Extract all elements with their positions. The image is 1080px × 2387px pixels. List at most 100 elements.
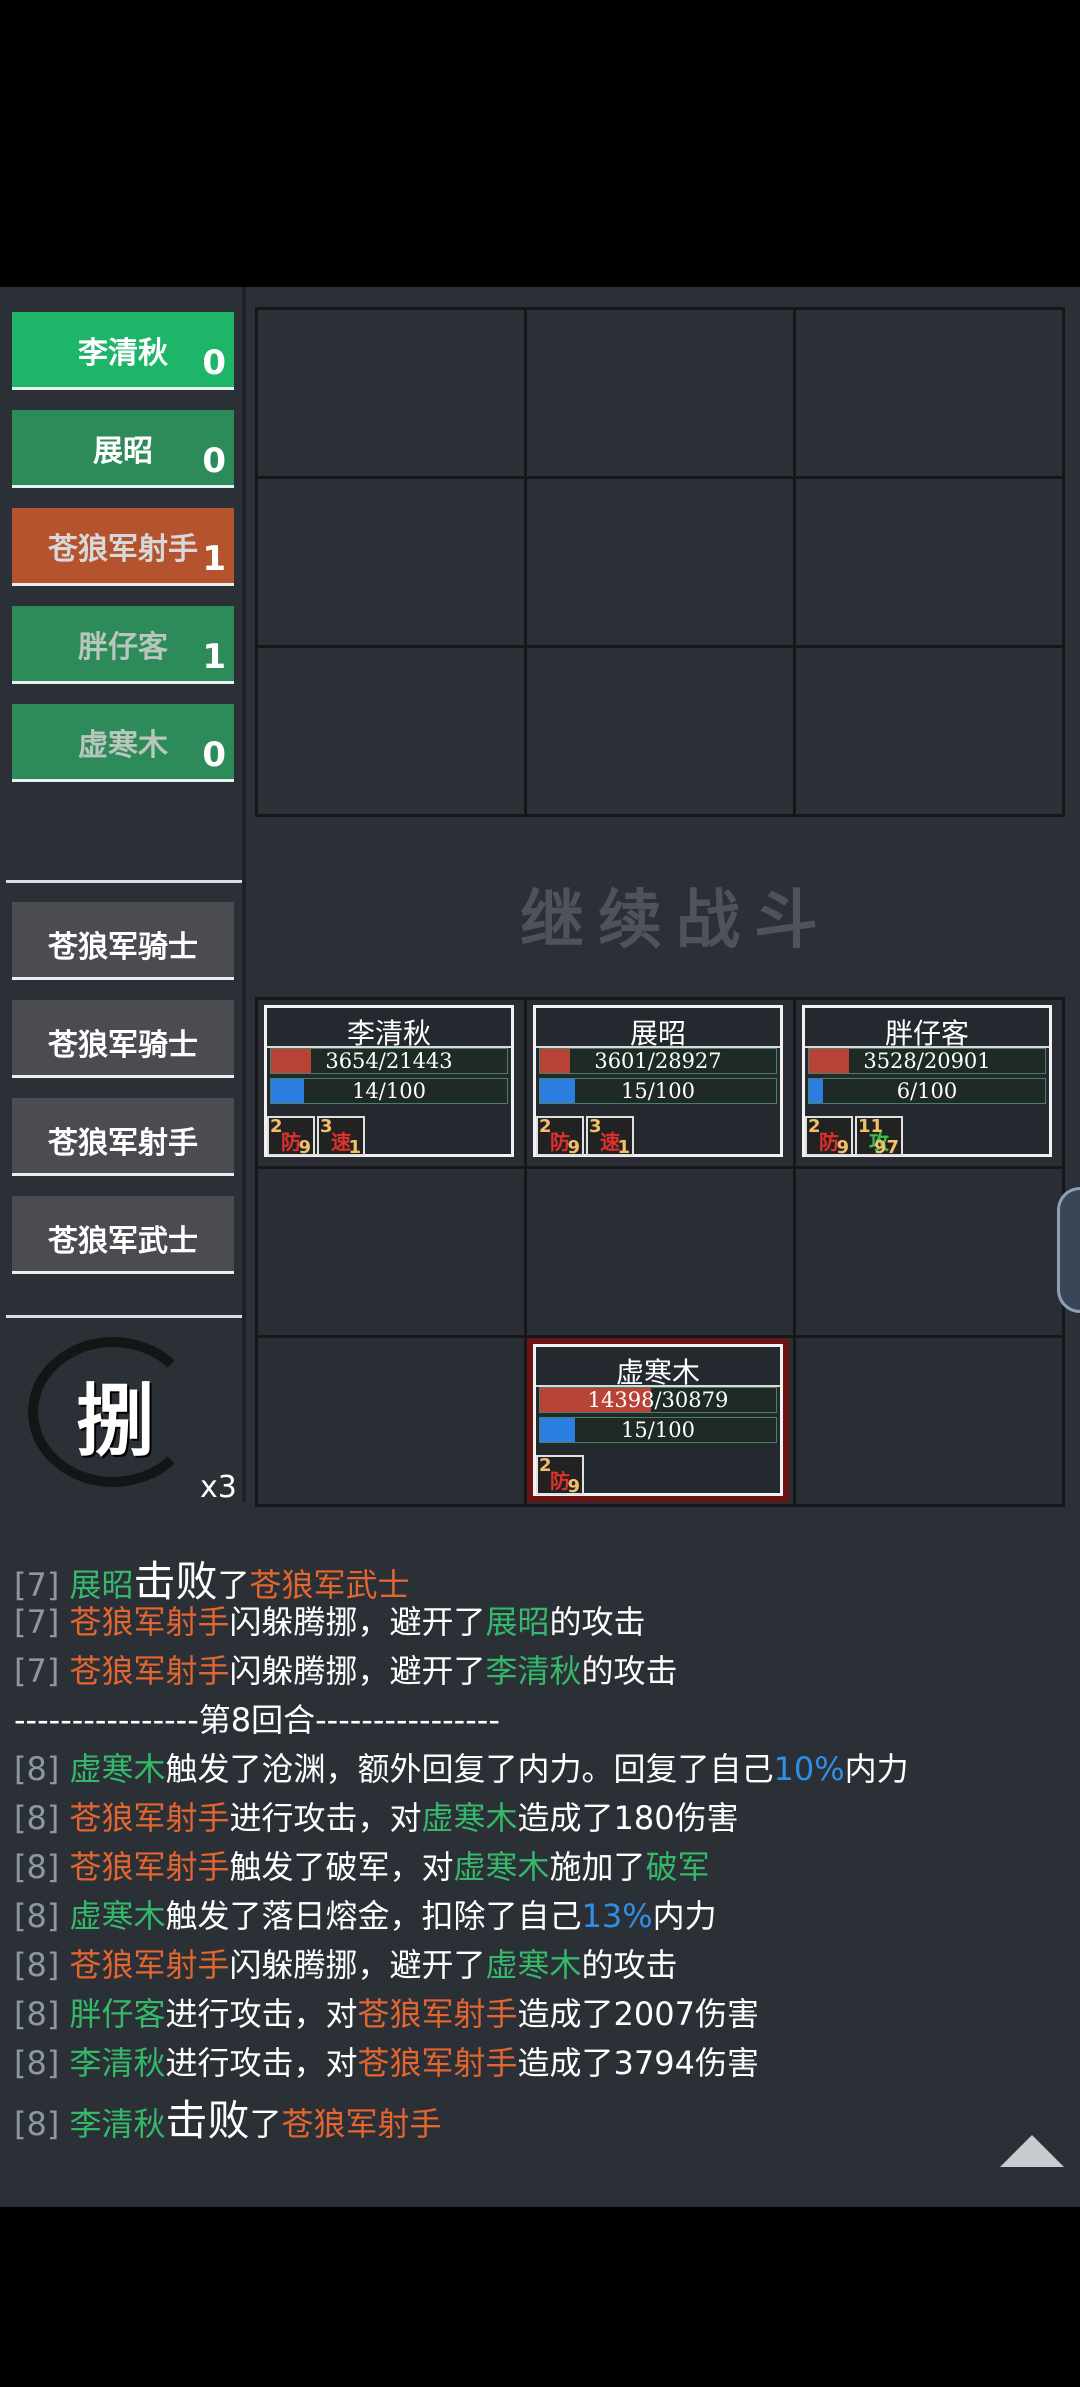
- ally-grid-cell[interactable]: [255, 1166, 527, 1338]
- unit-card-active[interactable]: 虚寒木 14398/30879 15/100 2防9: [533, 1344, 783, 1497]
- enemy-grid-cell[interactable]: [255, 645, 527, 817]
- buff-turns: 9: [836, 1137, 849, 1158]
- skill-button[interactable]: 捌: [28, 1337, 208, 1497]
- log-target: 李清秋: [485, 1652, 582, 1690]
- turn-item-name: 胖仔客: [78, 630, 168, 665]
- buff-turns: 97: [873, 1137, 899, 1158]
- log-actor: 李清秋: [69, 2044, 166, 2082]
- log-text: 造成了3794伤害: [517, 2044, 759, 2082]
- log-target: 苍狼军射手: [357, 2044, 518, 2082]
- log-actor: 胖仔客: [69, 1995, 166, 2033]
- log-line: [8] 苍狼军射手触发了破军，对虚寒木施加了破军: [14, 1842, 710, 1888]
- unit-card[interactable]: 展昭 3601/28927 15/100 2防9 3速1: [533, 1005, 783, 1158]
- hp-bar: 14398/30879: [539, 1387, 777, 1413]
- unit-card[interactable]: 胖仔客 3528/20901 6/100 2防9 11 攻 97: [802, 1005, 1052, 1158]
- log-round: [8]: [14, 2044, 70, 2082]
- log-actor: 苍狼军射手: [69, 1799, 230, 1837]
- log-text: 的攻击: [581, 1652, 678, 1690]
- log-line: [8] 虚寒木触发了落日熔金，扣除了自己13%内力: [14, 1891, 717, 1937]
- turn-item-count: 1: [202, 637, 226, 677]
- skill-char: 捌: [76, 1376, 155, 1467]
- turn-item-count: 1: [202, 539, 226, 579]
- turn-item-name: 苍狼军武士: [48, 1224, 198, 1259]
- log-text: 触发了沧渊，额外回复了内力。回复了自己: [165, 1750, 774, 1788]
- log-target: 展昭: [485, 1603, 550, 1641]
- continue-battle-label[interactable]: 继续战斗: [520, 869, 832, 961]
- log-target: 苍狼军射手: [357, 1995, 518, 2033]
- mp-bar: 15/100: [539, 1078, 777, 1104]
- defense-buff-icon: 2防9: [536, 1116, 584, 1158]
- enemy-grid-cell[interactable]: [524, 307, 796, 479]
- log-text: 进行攻击，对: [165, 2044, 358, 2082]
- log-text: 内力: [652, 1897, 717, 1935]
- buff-turns: 1: [617, 1137, 630, 1158]
- mp-text: 15/100: [621, 1079, 695, 1103]
- unit-card[interactable]: 李清秋 3654/21443 14/100 2防9 3速1: [264, 1005, 514, 1158]
- turn-item-ally-1[interactable]: 李清秋 0: [12, 312, 234, 390]
- log-target: 虚寒木: [421, 1799, 518, 1837]
- log-text: 闪躲腾挪，避开了: [229, 1603, 486, 1641]
- log-text: 造成了2007伤害: [517, 1995, 759, 2033]
- enemy-grid-cell[interactable]: [793, 476, 1065, 648]
- enemy-grid-cell[interactable]: [255, 307, 527, 479]
- hp-bar: 3654/21443: [270, 1048, 508, 1074]
- ally-grid-cell[interactable]: [793, 1335, 1065, 1507]
- mp-bar: 15/100: [539, 1417, 777, 1443]
- turn-item-name: 苍狼军骑士: [48, 1028, 198, 1063]
- turn-item-name: 虚寒木: [78, 728, 168, 763]
- log-actor: 苍狼军射手: [69, 1848, 230, 1886]
- log-value: 10%: [773, 1750, 845, 1788]
- skill-count: x3: [200, 1470, 237, 1505]
- ally-grid-cell[interactable]: [255, 1335, 527, 1507]
- side-scroll-icon[interactable]: [1057, 1187, 1080, 1313]
- hp-bar: 3528/20901: [808, 1048, 1046, 1074]
- turn-item-enemy-active[interactable]: 苍狼军射手 1: [12, 508, 234, 586]
- log-round: [7]: [14, 1652, 70, 1690]
- log-text: 的攻击: [549, 1603, 646, 1641]
- log-target: 虚寒木: [453, 1848, 550, 1886]
- enemy-grid-cell[interactable]: [524, 476, 796, 648]
- log-round: [8]: [14, 1946, 70, 1984]
- turn-item-ally-2[interactable]: 展昭 0: [12, 410, 234, 488]
- log-text: 触发了破军，对: [229, 1848, 454, 1886]
- log-text: 造成了180伤害: [517, 1799, 739, 1837]
- log-round: [8]: [14, 1750, 70, 1788]
- attack-buff-icon: 11 攻 97: [855, 1116, 903, 1158]
- log-text: 击败: [165, 2096, 250, 2145]
- round-separator: ----------------第8回合----------------: [14, 1701, 500, 1739]
- unit-name: 展昭: [536, 1012, 780, 1050]
- log-line: [8] 李清秋进行攻击，对苍狼军射手造成了3794伤害: [14, 2038, 759, 2084]
- log-line: [8] 李清秋击败了苍狼军射手: [14, 2087, 442, 2148]
- log-actor: 虚寒木: [69, 1897, 166, 1935]
- ally-grid-cell[interactable]: [793, 1166, 1065, 1338]
- ally-grid-cell[interactable]: [524, 1166, 796, 1338]
- speed-buff-icon: 3速1: [586, 1116, 634, 1158]
- enemy-grid-cell[interactable]: [255, 476, 527, 648]
- hp-bar: 3601/28927: [539, 1048, 777, 1074]
- log-value: 13%: [581, 1897, 653, 1935]
- log-text: 进行攻击，对: [229, 1799, 422, 1837]
- turn-item-enemy-3[interactable]: 苍狼军射手: [12, 1098, 234, 1176]
- log-actor: 苍狼军射手: [69, 1652, 230, 1690]
- enemy-grid-cell[interactable]: [793, 307, 1065, 479]
- log-text: 闪躲腾挪，避开了: [229, 1946, 486, 1984]
- mp-text: 15/100: [621, 1418, 695, 1442]
- log-round: [8]: [14, 1799, 70, 1837]
- scroll-up-icon[interactable]: [1000, 2135, 1064, 2167]
- log-line: [8] 苍狼军射手进行攻击，对虚寒木造成了180伤害: [14, 1793, 739, 1839]
- turn-item-ally-3[interactable]: 胖仔客 1: [12, 606, 234, 684]
- mp-bar: 6/100: [808, 1078, 1046, 1104]
- turn-item-count: 0: [202, 343, 226, 383]
- turn-item-enemy-1[interactable]: 苍狼军骑士: [12, 902, 234, 980]
- buff-turns: 9: [567, 1137, 580, 1158]
- buff-turns: 9: [298, 1137, 311, 1158]
- turn-item-ally-4[interactable]: 虚寒木 0: [12, 704, 234, 782]
- log-line: [7] 苍狼军射手闪躲腾挪，避开了展昭的攻击: [14, 1597, 646, 1643]
- turn-item-enemy-2[interactable]: 苍狼军骑士: [12, 1000, 234, 1078]
- mp-text: 14/100: [352, 1079, 426, 1103]
- enemy-grid-cell[interactable]: [524, 645, 796, 817]
- defense-buff-icon: 2防9: [536, 1455, 584, 1497]
- enemy-grid-cell[interactable]: [793, 645, 1065, 817]
- turn-item-enemy-4[interactable]: 苍狼军武士: [12, 1196, 234, 1274]
- mp-text: 6/100: [896, 1079, 958, 1103]
